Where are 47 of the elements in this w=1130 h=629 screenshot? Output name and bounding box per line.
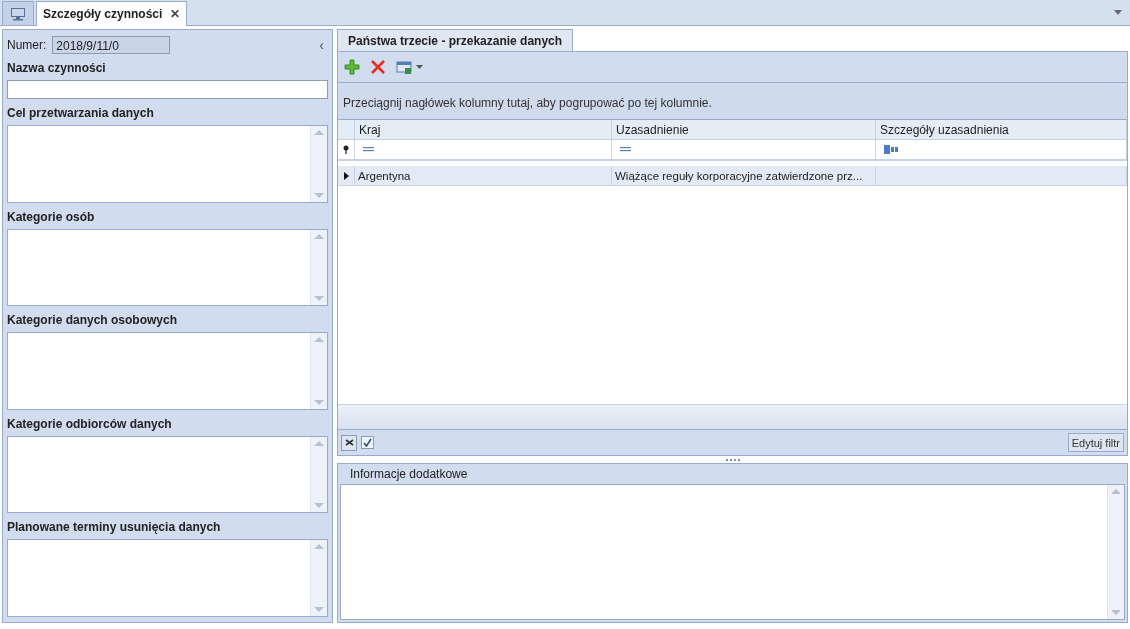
scrollbar[interactable] <box>1107 485 1124 619</box>
text-area[interactable] <box>7 228 328 307</box>
export-icon[interactable] <box>396 59 424 75</box>
text-area[interactable] <box>7 539 328 617</box>
edit-filter-button[interactable]: Edytuj filtr <box>1067 433 1124 452</box>
table-row[interactable]: Argentyna Wiążące reguły korporacyjne zatwierdzone prz... <box>338 166 1127 186</box>
text-area[interactable] <box>7 124 328 203</box>
panel-title: Informacje dodatkowe <box>349 466 469 483</box>
splitter-handle[interactable] <box>725 458 740 461</box>
column-header[interactable]: Kraj <box>355 120 612 139</box>
filter-checkbox[interactable] <box>361 436 374 449</box>
equals-icon[interactable] <box>620 147 631 152</box>
table-cell: Wiążące reguły korporacyjne zatwierdzone prz... <box>612 166 876 185</box>
field-label: Kategorie osób <box>7 209 96 224</box>
equals-icon[interactable] <box>363 147 374 152</box>
close-icon[interactable]: ✕ <box>170 7 181 21</box>
scrollbar[interactable] <box>310 125 327 202</box>
field-label: Kategorie odbiorców danych <box>7 416 173 431</box>
number-label: Numer: <box>7 37 47 52</box>
row-pointer-icon <box>343 171 349 180</box>
field-label: Cel przetwarzania danych <box>7 105 155 120</box>
close-icon <box>344 439 354 446</box>
add-icon[interactable] <box>344 59 360 75</box>
field-label: Planowane terminy usunięcia danych <box>7 520 222 535</box>
text-area[interactable] <box>7 435 328 514</box>
delete-icon[interactable] <box>370 59 386 75</box>
scrollbar[interactable] <box>310 436 327 513</box>
text-filter-icon[interactable] <box>884 145 900 154</box>
field-label: Nazwa czynności <box>7 61 107 76</box>
table-cell: Argentyna <box>355 166 612 185</box>
clear-filter-button[interactable] <box>341 434 357 451</box>
scrollbar[interactable] <box>310 333 327 409</box>
section-tab[interactable]: Państwa trzecie - przekazanie danych <box>337 29 574 51</box>
number-field: 2018/9/11/0 <box>52 35 171 54</box>
document-tab[interactable]: Szczegóły czynności ✕ <box>36 1 188 26</box>
collapse-button[interactable]: ‹ <box>319 36 328 53</box>
scrollbar[interactable] <box>310 229 327 306</box>
column-header[interactable]: Uzasadnienie <box>612 120 876 139</box>
pin-icon <box>343 145 349 154</box>
monitor-icon <box>10 6 26 21</box>
text-area[interactable] <box>7 332 328 410</box>
caret-icon[interactable] <box>1114 10 1122 15</box>
column-header[interactable]: Szczegóły uzasadnienia <box>876 120 1127 139</box>
name-field[interactable] <box>7 80 328 99</box>
monitor-tab[interactable] <box>2 1 34 25</box>
scrollbar[interactable] <box>310 540 327 616</box>
field-label: Kategorie danych osobowych <box>7 313 179 328</box>
